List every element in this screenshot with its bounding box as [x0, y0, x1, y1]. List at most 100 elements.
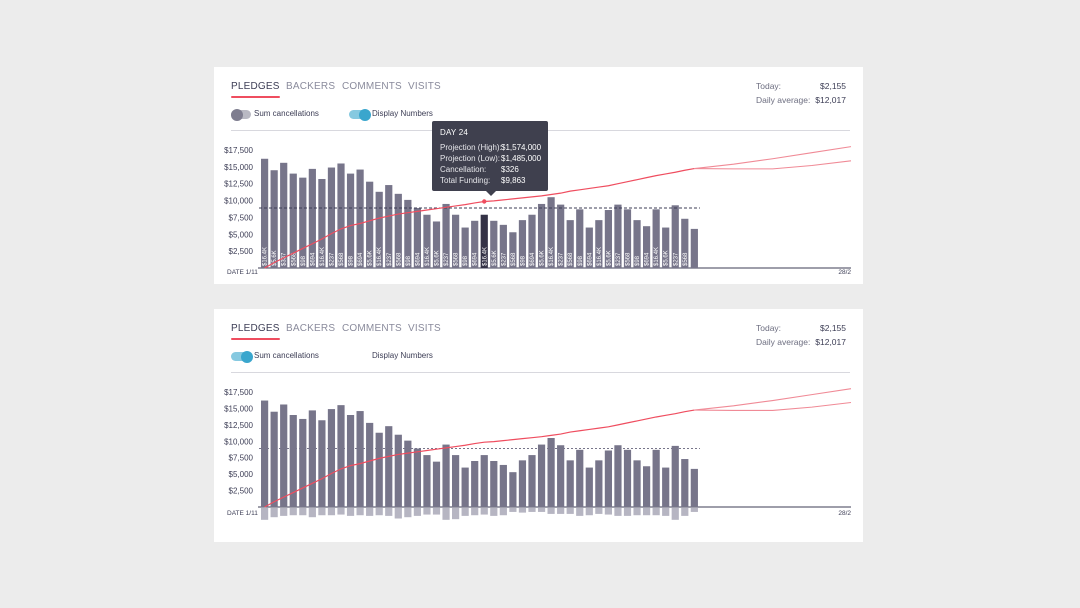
tooltip-label: Cancellation: [440, 165, 487, 174]
x-end-label: 28/2 [838, 510, 851, 517]
cancellation-bar [509, 508, 517, 512]
cancellation-bar [518, 508, 527, 513]
cancellation-bar [690, 508, 698, 512]
cancellation-bar [499, 508, 507, 516]
y-tick-label: $7,500 [229, 213, 254, 222]
pledge-bar [528, 455, 536, 507]
highlight-point [482, 199, 487, 204]
pledge-bar [633, 460, 641, 507]
pledge-bar [518, 460, 527, 507]
tooltip-value: $1,485,000 [501, 154, 542, 163]
bar-value-label: $16.4K [482, 247, 488, 266]
projection-high-line [694, 146, 852, 170]
bar-value-label: $5.6K [540, 250, 546, 266]
cancellation-bar [528, 508, 536, 512]
bar-value-label: $237 [444, 252, 450, 266]
pledge-bar [337, 163, 345, 268]
y-tick-label: $7,500 [229, 454, 254, 463]
y-tick-label: $17,500 [224, 388, 253, 397]
pledge-bar [346, 415, 355, 507]
bar-value-label: $568 [568, 252, 574, 266]
cancellation-bar [423, 508, 431, 515]
pledge-bar [471, 461, 479, 507]
pledge-bar [394, 434, 402, 507]
pledge-bar [423, 455, 431, 507]
bar-value-label: $5.6K [664, 250, 670, 266]
bar-value-label: $694 [473, 252, 479, 266]
y-tick-label: $5,000 [229, 470, 254, 479]
x-end-label: 28/2 [838, 269, 851, 276]
bar-value-label: $237 [616, 252, 622, 266]
pledge-bar [652, 449, 660, 507]
pledge-bar [299, 177, 307, 268]
cancellation-bar [557, 508, 565, 514]
x-start-label: DATE 1/11 [227, 269, 258, 276]
pledge-bar [576, 449, 584, 507]
pledge-bar [280, 404, 288, 507]
tooltip-label: Projection (High): [440, 143, 502, 152]
bar-value-label: $694 [587, 252, 593, 266]
projection-low-line [694, 401, 852, 411]
bar-value-label: $98 [635, 255, 641, 266]
cancellation-bar [461, 508, 469, 516]
bar-value-label: $237 [673, 252, 679, 266]
cancellation-bar [356, 508, 364, 516]
cancellation-bar [604, 508, 612, 515]
y-tick-label: $5,000 [229, 230, 254, 239]
bar-value-label: $16.4K [263, 247, 269, 266]
tooltip-value: $1,574,000 [501, 143, 542, 152]
cancellation-bar [643, 508, 651, 516]
pledge-bar [356, 411, 364, 507]
tooltip-arrow [486, 191, 496, 196]
cancellation-bar [566, 508, 574, 514]
bar-value-label: $237 [559, 252, 565, 266]
cancellation-bar [366, 508, 374, 516]
projection-high-line [694, 388, 852, 411]
cancellation-bar [490, 508, 498, 516]
cancellation-bar [452, 508, 460, 520]
cancellation-bar [595, 508, 603, 514]
bar-value-label: $5.6K [492, 250, 498, 266]
y-tick-label: $15,000 [224, 163, 253, 172]
pledge-bar [404, 440, 412, 507]
pledge-bar [480, 455, 488, 507]
y-tick-label: $12,500 [224, 180, 253, 189]
y-tick-label: $12,500 [224, 421, 253, 430]
bar-value-label: $98 [578, 255, 584, 266]
bar-value-label: $694 [645, 252, 651, 266]
pledge-bar [308, 410, 316, 507]
cancellation-bar [280, 508, 288, 516]
pledge-bar [413, 448, 421, 507]
tooltip-value: $9,863 [501, 176, 526, 185]
bar-value-label: $568 [626, 252, 632, 266]
pledge-bar [690, 468, 698, 507]
bar-value-label: $5.6K [368, 250, 374, 266]
tooltip-title: DAY 24 [440, 128, 469, 137]
cancellation-bar [681, 508, 689, 516]
cancellation-bar [346, 508, 355, 516]
cancellation-bar [623, 508, 632, 516]
bar-value-label: $16.4K [320, 247, 326, 266]
cancellation-bar [318, 508, 326, 516]
pledge-bar [537, 444, 546, 507]
bar-value-label: $98 [349, 255, 355, 266]
pledge-bar [604, 450, 612, 507]
bar-value-label: $16.4K [377, 247, 383, 266]
pledge-bar [346, 173, 355, 268]
tooltip-label: Total Funding: [440, 176, 491, 185]
bar-value-label: $694 [310, 252, 316, 266]
bar-value-label: $16.4K [549, 247, 555, 266]
cancellation-bar [337, 508, 345, 515]
bar-value-label: $98 [520, 255, 526, 266]
pledge-bar [375, 432, 383, 507]
pledge-bar [671, 445, 679, 507]
pledge-bar [261, 400, 269, 507]
cancellation-bar [671, 508, 679, 520]
cancellation-bar [547, 508, 555, 514]
cancellation-bar [442, 508, 450, 520]
day-tooltip: DAY 24 Projection (High): $1,574,000 Proj… [432, 121, 548, 196]
pledge-bar [557, 445, 565, 507]
pledge-bar [270, 411, 278, 507]
x-start-label: DATE 1/11 [227, 510, 258, 517]
pledges-chart[interactable]: $2,500 $5,000 $7,500 $10,000 $12,500 $15,000 $… [214, 309, 863, 542]
